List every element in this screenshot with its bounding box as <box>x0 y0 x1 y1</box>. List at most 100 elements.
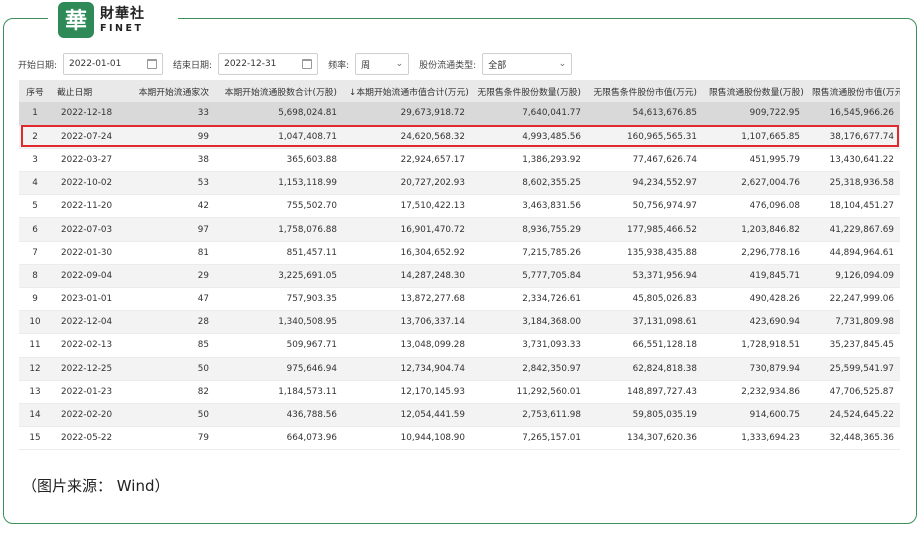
cell-restricted-value: 25,318,936.58 <box>806 171 900 196</box>
table-row[interactable]: 6 2022-07-03 97 1,758,076.88 16,901,470.72 8,… <box>19 217 900 242</box>
table-row[interactable]: 2 2022-07-24 99 1,047,408.71 24,620,568.32 4,… <box>19 125 900 149</box>
cell-unrestricted-shares: 8,602,355.25 <box>471 171 587 196</box>
cell-listing-count: 81 <box>117 241 215 265</box>
cell-restricted-shares: 476,096.08 <box>703 194 806 219</box>
table-row[interactable]: 14 2022-02-20 50 436,788.56 12,054,441.59 2,7… <box>19 403 900 428</box>
cell-index: 5 <box>19 194 51 219</box>
cell-date: 2022-12-04 <box>51 310 117 335</box>
cell-index: 1 <box>19 102 51 126</box>
cell-listing-count: 28 <box>117 310 215 335</box>
cell-shares-total: 436,788.56 <box>215 403 343 428</box>
column-header-restricted-shares[interactable]: 限售流通股份数量(万股) <box>703 80 806 102</box>
table-row[interactable]: 11 2022-02-13 85 509,967.71 13,048,099.28 3,7… <box>19 333 900 358</box>
cell-restricted-shares: 2,627,004.76 <box>703 171 806 196</box>
table-row[interactable]: 7 2022-01-30 81 851,457.11 16,304,652.92 7,21… <box>19 241 900 265</box>
cell-market-value-total: 24,620,568.32 <box>343 125 471 149</box>
cell-date: 2022-09-04 <box>51 264 117 289</box>
cell-unrestricted-value: 94,234,552.97 <box>587 171 703 196</box>
cell-index: 4 <box>19 171 51 196</box>
cell-unrestricted-shares: 11,292,560.01 <box>471 380 587 404</box>
cell-listing-count: 47 <box>117 287 215 312</box>
column-header-date[interactable]: 截止日期 <box>51 80 117 102</box>
cell-market-value-total: 17,510,422.13 <box>343 194 471 219</box>
cell-index: 11 <box>19 333 51 358</box>
cell-listing-count: 42 <box>117 194 215 219</box>
cell-date: 2022-11-20 <box>51 194 117 219</box>
cell-shares-total: 5,698,024.81 <box>215 102 343 126</box>
cell-restricted-shares: 1,107,665.85 <box>703 125 806 149</box>
data-table-container: 序号 截止日期 本期开始流通家次 本期开始流通股数合计(万股) ↓本期开始流通市… <box>19 80 900 451</box>
cell-restricted-shares: 914,600.75 <box>703 403 806 428</box>
cell-restricted-value: 25,599,541.97 <box>806 357 900 381</box>
table-row[interactable]: 1 2022-12-18 33 5,698,024.81 29,673,918.72 7,… <box>19 102 900 126</box>
cell-shares-total: 1,340,508.95 <box>215 310 343 335</box>
column-header-listing-count[interactable]: 本期开始流通家次 <box>117 80 215 102</box>
cell-index: 7 <box>19 241 51 265</box>
cell-market-value-total: 29,673,918.72 <box>343 102 471 126</box>
table-row[interactable]: 12 2022-12-25 50 975,646.94 12,734,904.74 2,8… <box>19 357 900 381</box>
cell-restricted-value: 9,126,094.09 <box>806 264 900 289</box>
image-source-note: （图片来源： Wind） <box>22 477 170 495</box>
table-row[interactable]: 3 2022-03-27 38 365,603.88 22,924,657.17 1,38… <box>19 148 900 173</box>
cell-date: 2022-01-30 <box>51 241 117 265</box>
cell-unrestricted-shares: 3,184,368.00 <box>471 310 587 335</box>
cell-date: 2022-12-18 <box>51 102 117 126</box>
table-row[interactable]: 4 2022-10-02 53 1,153,118.99 20,727,202.93 8,… <box>19 171 900 196</box>
table-row[interactable]: 5 2022-11-20 42 755,502.70 17,510,422.13 3,46… <box>19 194 900 219</box>
cell-date: 2022-07-24 <box>51 125 117 149</box>
brand-name-en: FINET <box>100 22 144 34</box>
cell-unrestricted-value: 59,805,035.19 <box>587 403 703 428</box>
cell-shares-total: 975,646.94 <box>215 357 343 381</box>
share-type-select[interactable]: 全部 ⌄ <box>482 53 573 75</box>
cell-unrestricted-value: 45,805,026.83 <box>587 287 703 312</box>
cell-restricted-value: 16,545,966.26 <box>806 102 900 126</box>
cell-date: 2022-10-02 <box>51 171 117 196</box>
start-date-value: 2022-01-01 <box>69 59 122 69</box>
table-row[interactable]: 15 2022-05-22 79 664,073.96 10,944,108.90 7,2… <box>19 426 900 451</box>
cell-date: 2022-05-22 <box>51 426 117 451</box>
cell-unrestricted-value: 54,613,676.85 <box>587 102 703 126</box>
cell-restricted-shares: 1,333,694.23 <box>703 426 806 451</box>
calendar-icon <box>147 59 158 69</box>
column-header-shares-total[interactable]: 本期开始流通股数合计(万股) <box>215 80 343 102</box>
cell-unrestricted-value: 37,131,098.61 <box>587 310 703 335</box>
end-date-input[interactable]: 2022-12-31 <box>218 53 319 75</box>
cell-restricted-value: 22,247,999.06 <box>806 287 900 312</box>
cell-index: 14 <box>19 403 51 428</box>
cell-restricted-shares: 423,690.94 <box>703 310 806 335</box>
cell-restricted-shares: 451,995.79 <box>703 148 806 173</box>
cell-index: 15 <box>19 426 51 451</box>
column-header-index[interactable]: 序号 <box>19 80 51 102</box>
frequency-select[interactable]: 周 ⌄ <box>355 53 410 75</box>
cell-restricted-value: 38,176,677.74 <box>806 125 900 149</box>
cell-unrestricted-value: 77,467,626.74 <box>587 148 703 173</box>
start-date-input[interactable]: 2022-01-01 <box>63 53 164 75</box>
cell-shares-total: 365,603.88 <box>215 148 343 173</box>
cell-market-value-total: 10,944,108.90 <box>343 426 471 451</box>
column-header-unrestricted-value[interactable]: 无限售条件股份市值(万元) <box>587 80 703 102</box>
data-table: 序号 截止日期 本期开始流通家次 本期开始流通股数合计(万股) ↓本期开始流通市… <box>19 80 900 451</box>
table-row[interactable]: 8 2022-09-04 29 3,225,691.05 14,287,248.30 5,… <box>19 264 900 289</box>
cell-shares-total: 851,457.11 <box>215 241 343 265</box>
cell-date: 2022-02-20 <box>51 403 117 428</box>
column-header-market-value-total[interactable]: ↓本期开始流通市值合计(万元) <box>343 80 471 102</box>
cell-restricted-shares: 730,879.94 <box>703 357 806 381</box>
cell-index: 2 <box>19 125 51 149</box>
cell-shares-total: 509,967.71 <box>215 333 343 358</box>
finet-seal-icon: 華 <box>58 2 94 38</box>
column-header-unrestricted-shares[interactable]: 无限售条件股份数量(万股) <box>471 80 587 102</box>
cell-restricted-value: 35,237,845.45 <box>806 333 900 358</box>
cell-market-value-total: 13,706,337.14 <box>343 310 471 335</box>
table-row[interactable]: 13 2022-01-23 82 1,184,573.11 12,170,145.93 1… <box>19 380 900 404</box>
column-header-restricted-value[interactable]: 限售流通股份市值(万元) <box>806 80 900 102</box>
cell-shares-total: 664,073.96 <box>215 426 343 451</box>
cell-listing-count: 50 <box>117 357 215 381</box>
cell-listing-count: 79 <box>117 426 215 451</box>
cell-listing-count: 97 <box>117 217 215 242</box>
table-row[interactable]: 9 2023-01-01 47 757,903.35 13,872,277.68 2,33… <box>19 287 900 312</box>
cell-unrestricted-value: 160,965,565.31 <box>587 125 703 149</box>
cell-index: 3 <box>19 148 51 173</box>
cell-listing-count: 38 <box>117 148 215 173</box>
cell-market-value-total: 12,054,441.59 <box>343 403 471 428</box>
table-row[interactable]: 10 2022-12-04 28 1,340,508.95 13,706,337.14 3… <box>19 310 900 335</box>
